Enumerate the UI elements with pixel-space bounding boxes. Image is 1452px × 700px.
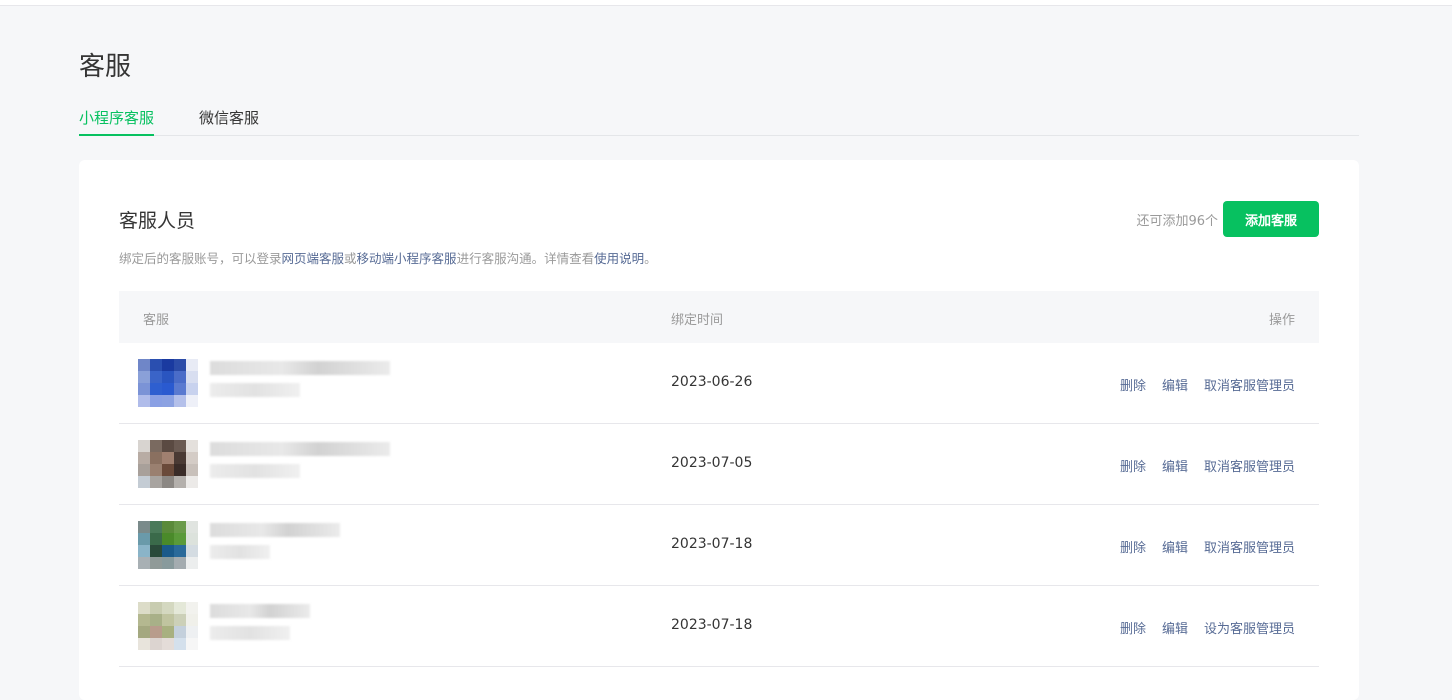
- bind-date: 2023-07-18: [671, 536, 753, 552]
- id-blurred: [210, 383, 300, 397]
- avatar: [138, 359, 198, 407]
- service-staff-card: 客服人员 绑定后的客服账号，可以登录网页端客服或移动端小程序客服进行客服沟通。详…: [79, 160, 1359, 700]
- edit-button[interactable]: 编辑: [1162, 541, 1188, 556]
- service-table: 客服 绑定时间 操作 2023-06-26 删除 编辑 取消客服管理员 2023…: [119, 291, 1319, 667]
- web-service-link[interactable]: 网页端客服: [282, 251, 345, 266]
- name-blurred: [210, 442, 390, 456]
- delete-button[interactable]: 删除: [1120, 622, 1146, 637]
- tab-wechat-service[interactable]: 微信客服: [199, 104, 259, 136]
- toggle-admin-button[interactable]: 取消客服管理员: [1204, 541, 1295, 556]
- avatar: [138, 602, 198, 650]
- toggle-admin-button[interactable]: 取消客服管理员: [1204, 379, 1295, 394]
- name-blurred: [210, 604, 310, 618]
- header-bind-time: 绑定时间: [671, 313, 724, 328]
- desc-text: 绑定后的客服账号，可以登录: [119, 251, 282, 266]
- page-title: 客服: [79, 52, 132, 82]
- bind-date: 2023-06-26: [671, 374, 753, 390]
- mobile-service-link[interactable]: 移动端小程序客服: [357, 251, 457, 266]
- desc-text: 进行客服沟通。详情查看: [456, 251, 595, 266]
- row-actions: 删除 编辑 设为客服管理员: [1104, 618, 1295, 637]
- edit-button[interactable]: 编辑: [1162, 622, 1188, 637]
- toggle-admin-button[interactable]: 设为客服管理员: [1204, 622, 1295, 637]
- edit-button[interactable]: 编辑: [1162, 460, 1188, 475]
- avatar: [138, 440, 198, 488]
- id-blurred: [210, 464, 300, 478]
- add-service-button[interactable]: 添加客服: [1223, 201, 1319, 237]
- edit-button[interactable]: 编辑: [1162, 379, 1188, 394]
- row-actions: 删除 编辑 取消客服管理员: [1104, 537, 1295, 556]
- id-blurred: [210, 545, 270, 559]
- avatar: [138, 521, 198, 569]
- desc-text: 。: [644, 251, 657, 266]
- top-bar: [0, 0, 1452, 6]
- bind-date: 2023-07-18: [671, 617, 753, 633]
- row-actions: 删除 编辑 取消客服管理员: [1104, 456, 1295, 475]
- name-blurred: [210, 523, 340, 537]
- table-row: 2023-07-18 删除 编辑 取消客服管理员: [119, 505, 1319, 586]
- row-actions: 删除 编辑 取消客服管理员: [1104, 375, 1295, 394]
- header-actions: 操作: [1268, 313, 1295, 328]
- tab-bar: 小程序客服 微信客服: [79, 104, 1359, 136]
- id-blurred: [210, 626, 290, 640]
- bind-date: 2023-07-05: [671, 455, 753, 471]
- table-row: 2023-07-05 删除 编辑 取消客服管理员: [119, 424, 1319, 505]
- tab-miniprogram-service[interactable]: 小程序客服: [79, 104, 155, 136]
- table-header: 客服 绑定时间 操作: [119, 291, 1319, 343]
- toggle-admin-button[interactable]: 取消客服管理员: [1204, 460, 1295, 475]
- desc-text: 或: [344, 251, 357, 266]
- header-service: 客服: [143, 313, 170, 328]
- delete-button[interactable]: 删除: [1120, 460, 1146, 475]
- description: 绑定后的客服账号，可以登录网页端客服或移动端小程序客服进行客服沟通。详情查看使用…: [119, 248, 657, 267]
- table-row: 2023-07-18 删除 编辑 设为客服管理员: [119, 586, 1319, 667]
- card-title: 客服人员: [119, 210, 196, 232]
- table-row: 2023-06-26 删除 编辑 取消客服管理员: [119, 343, 1319, 424]
- delete-button[interactable]: 删除: [1120, 379, 1146, 394]
- remaining-count: 还可添加96个: [1136, 214, 1218, 229]
- delete-button[interactable]: 删除: [1120, 541, 1146, 556]
- name-blurred: [210, 361, 390, 375]
- usage-guide-link[interactable]: 使用说明: [594, 251, 644, 266]
